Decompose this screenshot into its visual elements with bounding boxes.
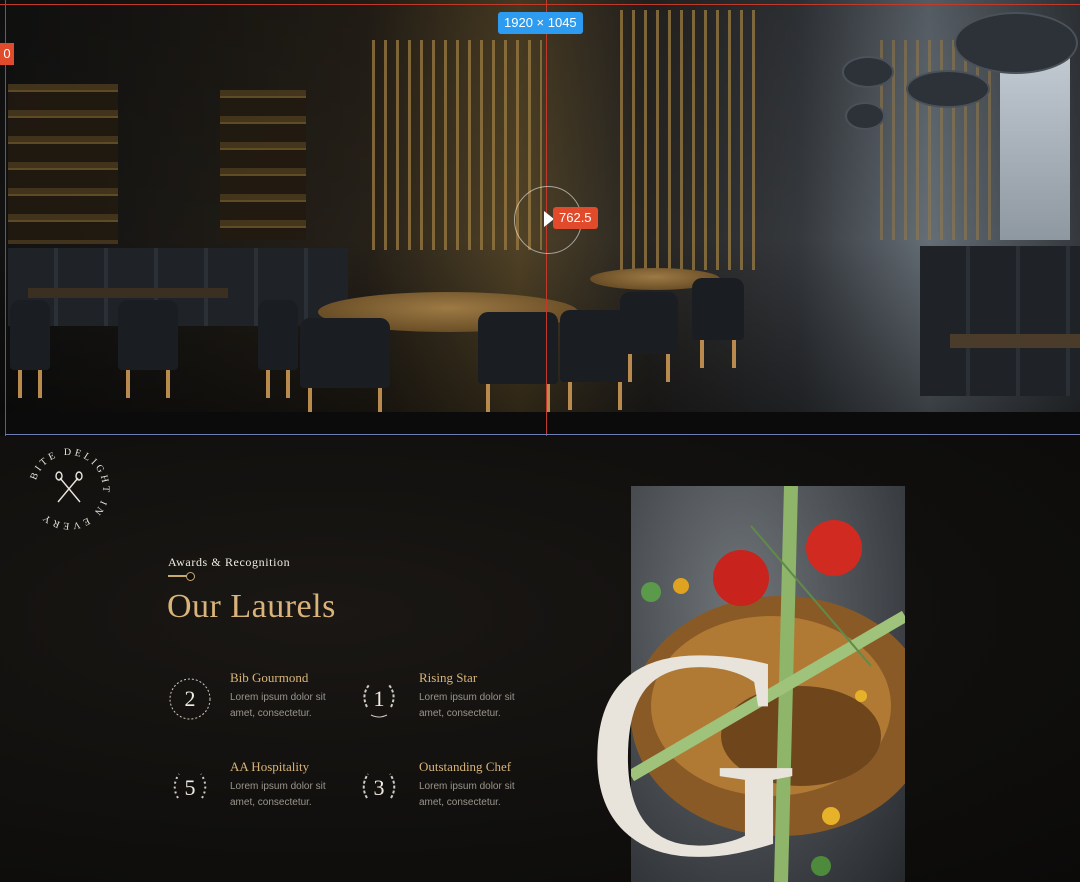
chair (300, 318, 390, 416)
kicker-divider-dot (186, 572, 195, 581)
guide-line-left (5, 0, 6, 436)
laurel-badge: 1 (357, 677, 401, 721)
laurel-badge: 5 (168, 766, 212, 810)
award-number: 1 (373, 686, 385, 711)
award-number: 5 (184, 775, 196, 800)
award-item: 2 Bib Gourmond Lorem ipsum dolor sit ame… (168, 670, 348, 743)
dimension-badge: 1920 × 1045 (498, 12, 583, 34)
wine-shelf (220, 90, 306, 240)
hanging-pan (954, 12, 1078, 74)
dining-table (28, 288, 228, 298)
award-item: 5 AA Hospitality Lorem ipsum dolor sit a… (168, 759, 348, 832)
guide-line-top (0, 4, 1080, 5)
guide-line-bottom (5, 434, 1080, 435)
hanging-pan (842, 56, 894, 88)
award-item: 3 Outstanding Chef Lorem ipsum dolor sit… (357, 759, 537, 832)
floor (0, 412, 1080, 436)
chair (692, 278, 744, 368)
laurel-badge: 3 (357, 766, 401, 810)
crossed-cutlery-icon (55, 471, 83, 503)
wine-shelf (8, 84, 118, 244)
bite-delight-seal-logo: BITE DELIGHT IN EVERY (28, 447, 108, 531)
award-item: 1 Rising Star Lorem ipsum dolor sit amet… (357, 670, 537, 743)
award-description: Lorem ipsum dolor sit amet, consectetur. (419, 692, 515, 719)
dining-table (950, 334, 1080, 348)
award-description: Lorem ipsum dolor sit amet, consectetur. (230, 692, 326, 719)
decorative-initial-letter: G (585, 624, 802, 882)
award-number: 2 (184, 686, 196, 711)
edge-measure-badge: 0 (0, 43, 14, 65)
laurel-badge: 2 (168, 677, 212, 721)
hanging-pan (845, 102, 885, 130)
award-name: Rising Star (419, 670, 478, 685)
chair (10, 300, 50, 398)
section-kicker: Awards & Recognition (168, 555, 291, 569)
award-description: Lorem ipsum dolor sit amet, consectetur. (230, 781, 326, 808)
award-name: Bib Gourmond (230, 670, 309, 685)
section-title: Our Laurels (167, 588, 336, 625)
award-number: 3 (373, 775, 385, 800)
award-name: AA Hospitality (230, 759, 310, 774)
award-name: Outstanding Chef (419, 759, 512, 774)
chair (118, 300, 178, 398)
position-badge: 762.5 (553, 207, 598, 229)
laurels-section (0, 436, 1080, 882)
chair (258, 300, 298, 398)
award-description: Lorem ipsum dolor sit amet, consectetur. (419, 781, 515, 808)
hanging-pan (906, 70, 990, 108)
chair (620, 292, 678, 382)
wooden-slat-partition (620, 10, 755, 270)
booth-seating (920, 246, 1080, 396)
